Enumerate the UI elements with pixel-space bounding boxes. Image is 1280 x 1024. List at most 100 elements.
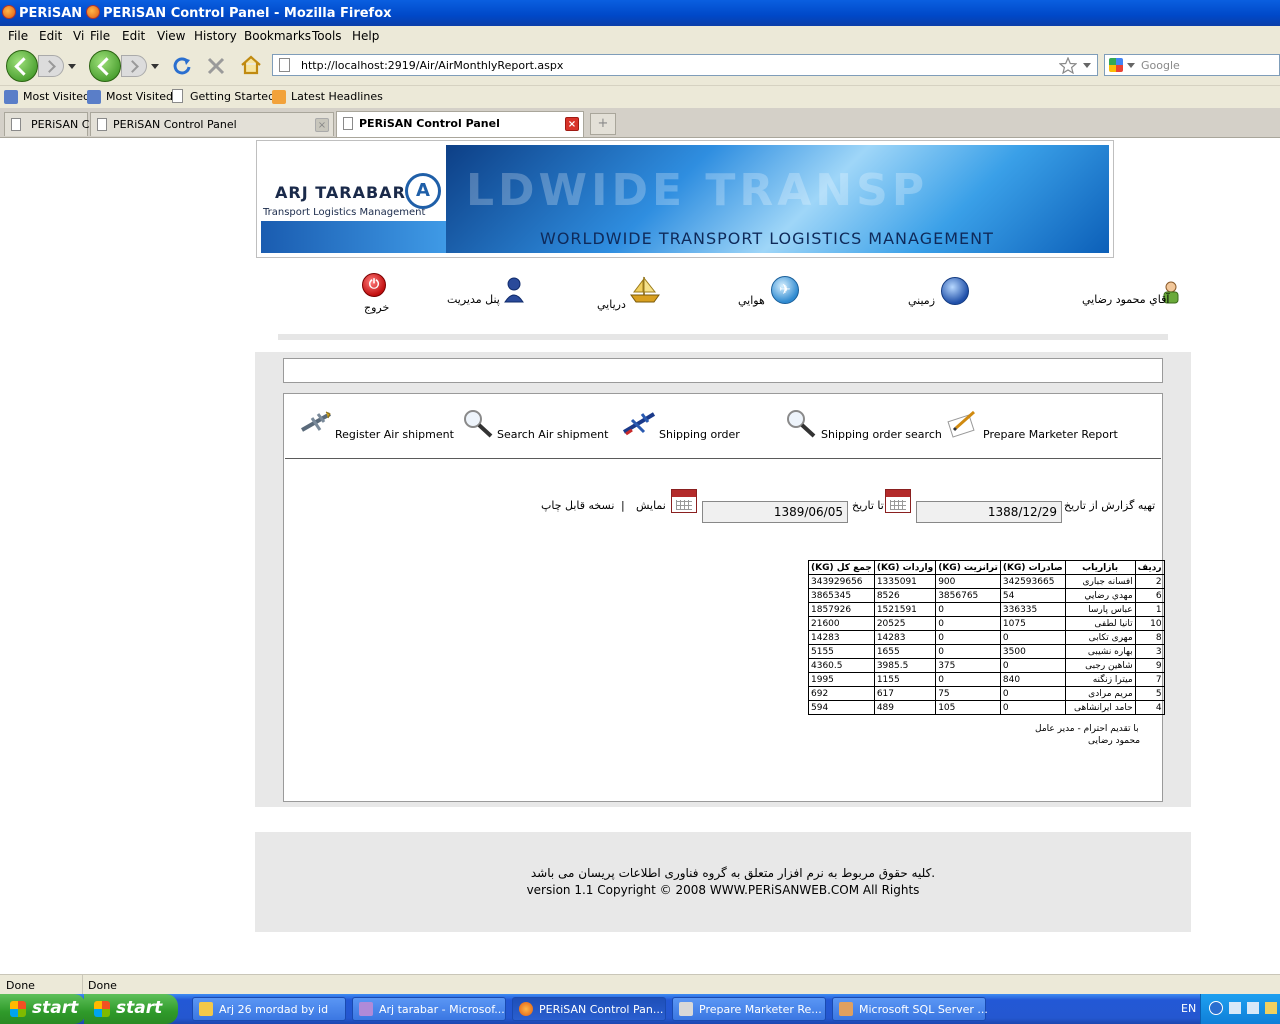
signature-line-1: با تقديم احترام - مدير عامل [1035,724,1139,734]
cell-transit: 3856765 [935,588,1001,603]
menu-history[interactable]: History [194,29,237,43]
tray-network-icon[interactable] [1229,1002,1241,1014]
admin-panel-icon[interactable] [503,276,525,304]
banner-ghost-text: LDWIDE TRANSP [466,165,929,216]
close-icon[interactable]: × [315,118,329,132]
search-box[interactable]: Google [1104,54,1280,76]
shipping-order-search-link[interactable]: Shipping order search [821,428,942,441]
start-button[interactable]: start [84,994,178,1024]
menu-file-1[interactable]: File [8,29,28,43]
logout-power-icon[interactable]: ⏻ [362,273,386,297]
menu-tools[interactable]: Tools [312,29,342,43]
reload-icon[interactable] [172,56,192,76]
menu-edit-1[interactable]: Edit [39,29,62,43]
cell-row-number: 7 [1134,672,1165,687]
menu-view-truncated[interactable]: Vi [73,29,84,43]
menu-edit[interactable]: Edit [122,29,145,43]
tab-perisan-control-panel-active[interactable]: PERiSAN Control Panel × [336,111,584,137]
menu-file[interactable]: File [90,29,110,43]
taskbar-item-visual-studio[interactable]: Arj tarabar - Microsof... [352,997,506,1021]
taskbar-item-folder[interactable]: Arj 26 mordad by id [192,997,346,1021]
printable-version-link[interactable]: نسخه قابل چاپ [541,499,614,512]
cell-import: 3985.5 [873,658,937,673]
tab-perisan-c[interactable]: PERiSAN C [4,112,89,136]
report-pencil-icon[interactable] [946,408,980,438]
menu-bookmarks[interactable]: Bookmarks [244,29,311,43]
from-date-label: تهيه گزارش از تاريخ [1064,499,1156,512]
signature-line-2: محمود رضايی [1088,736,1141,746]
page-icon [343,117,353,130]
stop-icon[interactable] [206,56,226,76]
cell-export: 0 [999,700,1066,715]
shipping-search-magnifier-icon[interactable] [784,408,818,438]
cell-marketer: افسانه جباری [1064,574,1136,589]
forward-button-icon[interactable] [38,55,64,77]
col-import: واردات (KG) [873,560,937,575]
to-date-input[interactable]: 1389/06/05 [702,501,848,523]
taskbar-item-sql-server[interactable]: Microsoft SQL Server ... [832,997,988,1021]
shipping-order-plane-icon[interactable] [622,408,658,438]
language-indicator[interactable]: EN [1181,1002,1196,1015]
register-air-shipment-link[interactable]: Register Air shipment [335,428,454,441]
system-tray [1200,994,1280,1024]
cell-transit: 105 [935,700,1001,715]
search-magnifier-icon[interactable] [461,408,495,438]
history-dropdown-icon[interactable] [151,64,159,69]
cell-marketer: بهاره نشيبی [1064,644,1136,659]
firefox-icon [2,5,16,19]
land-globe-icon[interactable] [941,277,969,305]
tray-expand-icon[interactable] [1209,1001,1223,1015]
forward-button-icon[interactable] [121,55,147,77]
bookmark-most-visited[interactable]: Most Visited [106,90,173,103]
search-air-shipment-link[interactable]: Search Air shipment [497,428,608,441]
menu-help[interactable]: Help [352,29,379,43]
table-row: 3 بهاره نشيبی 3500 0 1655 5155 [808,644,1165,659]
start-button[interactable]: start [0,994,86,1024]
close-icon[interactable]: × [565,117,579,131]
nav-air-link[interactable]: هوايي [738,294,765,307]
home-icon[interactable] [240,55,262,75]
back-button-icon[interactable] [89,50,121,82]
menu-view[interactable]: View [157,29,185,43]
tray-security-icon[interactable] [1265,1002,1277,1014]
search-engine-dropdown-icon[interactable] [1127,63,1135,68]
nav-admin-link[interactable]: پنل مديريت [447,293,500,306]
air-plane-icon[interactable]: ✈ [771,276,799,304]
nav-sea-link[interactable]: دريايي [597,298,626,311]
cell-row-number: 2 [1134,574,1165,589]
cell-total: 594 [808,700,875,715]
back-button-icon[interactable] [6,50,38,82]
cell-row-number: 3 [1134,644,1165,659]
new-tab-icon[interactable]: + [590,113,616,135]
windows-flag-icon [10,1001,26,1017]
cell-transit: 375 [935,658,1001,673]
tray-network-icon[interactable] [1247,1002,1259,1014]
nav-land-link[interactable]: زميني [908,294,935,307]
nav-logout-link[interactable]: خروج [364,301,389,314]
show-report-link[interactable]: نمايش [636,499,666,512]
page-icon [11,118,21,131]
cell-row-number: 6 [1134,588,1165,603]
shipping-order-link[interactable]: Shipping order [659,428,740,441]
from-date-input[interactable]: 1388/12/29 [916,501,1062,523]
tab-perisan-control-panel[interactable]: PERiSAN Control Panel × [90,112,334,136]
from-calendar-icon[interactable] [885,489,911,513]
bookmark-star-icon[interactable] [1059,57,1077,74]
url-bar[interactable]: http://localhost:2919/Air/AirMonthlyRepo… [272,54,1098,76]
register-plane-icon[interactable] [300,408,332,436]
history-dropdown-icon[interactable] [68,64,76,69]
url-dropdown-icon[interactable] [1083,63,1091,68]
page-icon [97,118,107,131]
sea-ship-icon[interactable] [628,273,662,303]
bookmark-most-visited[interactable]: Most Visited [23,90,90,103]
firefox-icon [519,1002,533,1016]
cell-row-number: 1 [1134,602,1165,617]
cell-transit: 0 [935,630,1001,645]
bookmark-getting-started[interactable]: Getting Started [190,90,275,103]
taskbar-item-report[interactable]: Prepare Marketer Re... [672,997,826,1021]
to-calendar-icon[interactable] [671,489,697,513]
windows-flag-icon [94,1001,110,1017]
prepare-marketer-report-link[interactable]: Prepare Marketer Report [983,428,1118,441]
bookmark-latest-headlines[interactable]: Latest Headlines [291,90,383,103]
taskbar-item-firefox[interactable]: PERiSAN Control Pan... [512,997,666,1021]
